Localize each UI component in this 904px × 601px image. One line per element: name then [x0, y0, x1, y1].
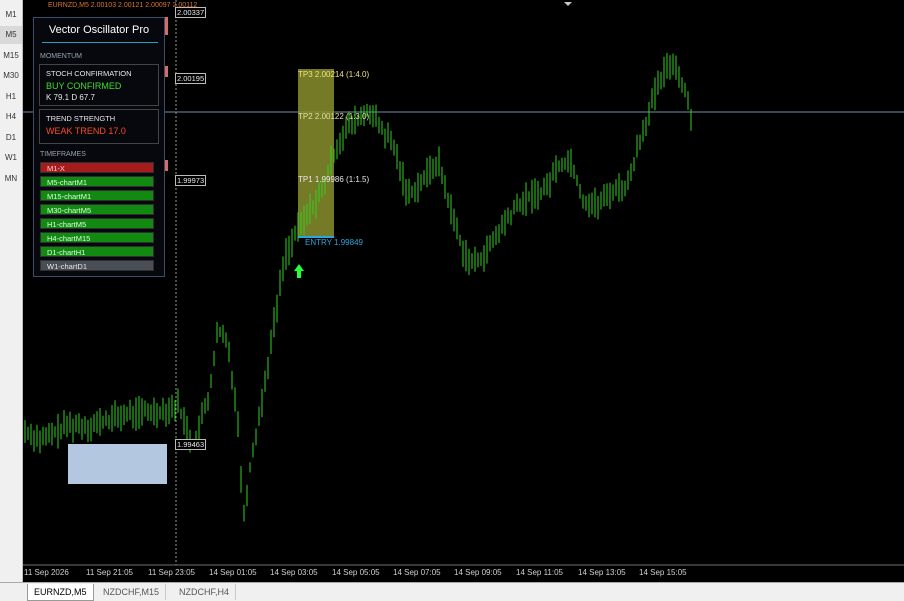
- panel-divider: [42, 42, 158, 43]
- timeframe-button-w1[interactable]: W1: [0, 149, 22, 167]
- tf-row-h4[interactable]: H4-chartM15: [40, 232, 154, 243]
- time-tick: 11 Sep 23:05: [148, 568, 196, 577]
- tf-row-m1[interactable]: M1-X: [40, 162, 154, 173]
- timeframe-button-h4[interactable]: H4: [0, 108, 22, 126]
- momentum-section-label: MOMENTUM: [40, 53, 82, 60]
- time-tick: 14 Sep 11:05: [516, 568, 564, 577]
- indicator-panel: Vector Oscillator Pro MOMENTUM STOCH CON…: [33, 17, 165, 277]
- entry-label: ENTRY 1.99849: [305, 238, 363, 247]
- buy-arrow-icon: [294, 264, 304, 278]
- timeframes-section-label: TIMEFRAMES: [40, 151, 86, 158]
- time-tick: 14 Sep 07:05: [393, 568, 441, 577]
- trend-box: TREND STRENGTH WEAK TREND 17.0: [39, 109, 159, 144]
- tf-row-h1[interactable]: H1-chartM5: [40, 218, 154, 229]
- chart-shift-marker-icon: [564, 2, 572, 6]
- stoch-signal: BUY CONFIRMED: [46, 81, 122, 91]
- time-tick: 11 Sep 2026: [24, 568, 69, 577]
- price-label-top: 2.00337: [175, 7, 207, 18]
- time-tick: 11 Sep 21:05: [86, 568, 134, 577]
- tp1-label: TP1 1.99986 (1:1.5): [298, 175, 370, 184]
- timeframe-button-m5[interactable]: M5: [0, 26, 22, 44]
- trend-title: TREND STRENGTH: [46, 114, 116, 123]
- price-label-middle: 1.99973: [175, 175, 207, 186]
- tf-row-d1[interactable]: D1-chartH1: [40, 246, 154, 257]
- chart-tab-bar: EURNZD,M5 NZDCHF,M15 NZDCHF,H4: [0, 582, 904, 601]
- time-tick: 14 Sep 15:05: [639, 568, 687, 577]
- stoch-box: STOCH CONFIRMATION BUY CONFIRMED K 79.1 …: [39, 64, 159, 106]
- support-zone: [68, 444, 167, 484]
- time-tick: 14 Sep 13:05: [578, 568, 626, 577]
- chart-tab-nzdchf-m15[interactable]: NZDCHF,M15: [97, 584, 167, 600]
- time-tick: 14 Sep 05:05: [332, 568, 380, 577]
- tf-row-m30[interactable]: M30-chartM5: [40, 204, 154, 215]
- time-tick: 14 Sep 09:05: [454, 568, 502, 577]
- tf-row-w1[interactable]: W1-chartD1: [40, 260, 154, 271]
- trend-value: WEAK TREND 17.0: [46, 126, 126, 136]
- panel-title: Vector Oscillator Pro: [48, 24, 150, 36]
- timeframe-button-m15[interactable]: M15: [0, 47, 22, 65]
- stoch-title: STOCH CONFIRMATION: [46, 69, 132, 78]
- tf-row-m5[interactable]: M5-chartM1: [40, 176, 154, 187]
- timeframe-toolbar: M1 M5 M15 M30 H1 H4 D1 W1 MN: [0, 0, 23, 582]
- tf-row-m15[interactable]: M15-chartM1: [40, 190, 154, 201]
- price-label-lower: 1.99463: [175, 439, 207, 450]
- timeframe-button-m30[interactable]: M30: [0, 67, 22, 85]
- time-tick: 14 Sep 03:05: [270, 568, 318, 577]
- timeframe-button-h1[interactable]: H1: [0, 88, 22, 106]
- timeframe-button-mn[interactable]: MN: [0, 170, 22, 188]
- tp3-label: TP3 2.00214 (1:4.0): [298, 70, 370, 79]
- chart-tab-nzdchf-h4[interactable]: NZDCHF,H4: [173, 584, 237, 600]
- price-label-upper: 2.00195: [175, 73, 207, 84]
- stoch-values: K 79.1 D 67.7: [46, 93, 95, 102]
- timeframe-button-m1[interactable]: M1: [0, 6, 22, 24]
- tp2-label: TP2 2.00122 (1:3.0): [298, 112, 370, 121]
- timeframe-button-d1[interactable]: D1: [0, 129, 22, 147]
- time-tick: 14 Sep 01:05: [209, 568, 257, 577]
- chart-tab-eurnzd[interactable]: EURNZD,M5: [27, 584, 94, 601]
